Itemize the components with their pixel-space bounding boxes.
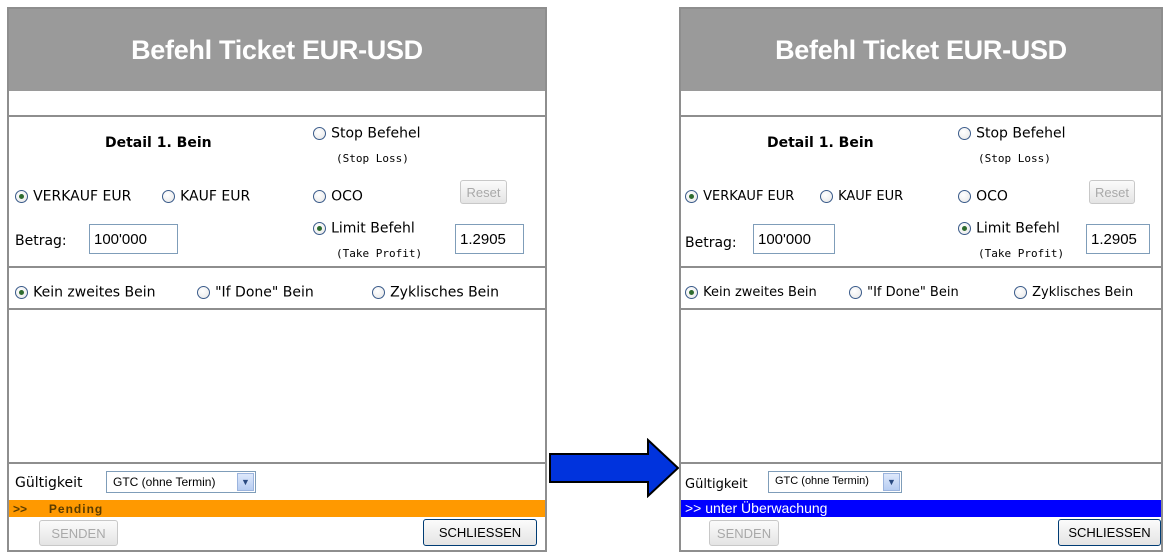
radio-icon <box>197 286 210 299</box>
leg-cyclic-label: Zyklisches Bein <box>1032 285 1134 300</box>
leg-ifdone-radio[interactable]: "If Done" Bein <box>849 282 959 301</box>
leg-none-label: Kein zweites Bein <box>703 285 817 300</box>
sell-eur-label: VERKAUF EUR <box>703 189 795 204</box>
divider <box>9 115 545 117</box>
stop-order-radio[interactable]: Stop Befehel <box>958 123 1066 142</box>
divider <box>681 266 1161 268</box>
divider <box>681 308 1161 310</box>
sell-eur-radio[interactable]: VERKAUF EUR <box>685 186 794 205</box>
leg-cyclic-radio[interactable]: Zyklisches Bein <box>372 282 499 301</box>
buy-eur-radio[interactable]: KAUF EUR <box>162 186 250 205</box>
buy-eur-label: KAUF EUR <box>180 188 251 205</box>
status-text: Pending <box>48 502 104 516</box>
leg-none-radio[interactable]: Kein zweites Bein <box>685 282 817 301</box>
amount-label: Betrag: <box>15 233 67 249</box>
limit-order-label: Limit Befehl <box>331 220 415 237</box>
status-bar: >> Pending <box>9 500 545 517</box>
take-profit-sublabel: (Take Profit) <box>336 247 423 260</box>
validity-label: Gültigkeit <box>15 475 83 491</box>
amount-input[interactable]: 100'000 <box>89 224 178 254</box>
title-bar: Befehl Ticket EUR-USD <box>681 9 1161 91</box>
title-bar: Befehl Ticket EUR-USD <box>9 9 545 91</box>
validity-value: GTC (ohne Termin) <box>775 475 869 487</box>
sell-eur-radio[interactable]: VERKAUF EUR <box>15 186 131 205</box>
send-button[interactable]: SENDEN <box>709 520 779 546</box>
reset-button[interactable]: Reset <box>1089 180 1135 204</box>
limit-price-input[interactable]: 1.2905 <box>1086 224 1150 254</box>
limit-price-input[interactable]: 1.2905 <box>455 224 524 254</box>
limit-order-label: Limit Befehl <box>976 220 1060 237</box>
order-ticket-pending: Befehl Ticket EUR-USD Detail 1. Bein Sto… <box>7 7 547 552</box>
radio-icon <box>958 127 971 140</box>
radio-checked-icon <box>15 286 28 299</box>
reset-button[interactable]: Reset <box>460 180 507 204</box>
radio-checked-icon <box>313 222 326 235</box>
sell-eur-label: VERKAUF EUR <box>33 188 132 205</box>
radio-icon <box>162 190 175 203</box>
divider <box>9 462 545 464</box>
stop-order-label: Stop Befehel <box>331 125 421 142</box>
detail-heading: Detail 1. Bein <box>767 135 874 151</box>
oco-radio[interactable]: OCO <box>313 186 363 205</box>
oco-label: OCO <box>331 188 363 205</box>
buy-eur-label: KAUF EUR <box>838 189 904 204</box>
amount-input[interactable]: 100'000 <box>753 224 835 254</box>
radio-icon <box>372 286 385 299</box>
radio-checked-icon <box>685 286 698 299</box>
radio-icon <box>1014 286 1027 299</box>
stop-loss-sublabel: (Stop Loss) <box>978 152 1051 165</box>
take-profit-sublabel: (Take Profit) <box>978 247 1065 260</box>
leg-ifdone-radio[interactable]: "If Done" Bein <box>197 282 314 301</box>
status-prefix: >> <box>13 502 28 516</box>
divider <box>681 462 1161 464</box>
radio-icon <box>958 190 971 203</box>
chevron-down-icon[interactable]: ▼ <box>883 473 900 491</box>
radio-icon <box>313 190 326 203</box>
leg-ifdone-label: "If Done" Bein <box>215 284 314 301</box>
radio-checked-icon <box>15 190 28 203</box>
leg-cyclic-radio[interactable]: Zyklisches Bein <box>1014 282 1133 301</box>
radio-icon <box>820 190 833 203</box>
status-bar: >> unter Überwachung <box>681 500 1161 517</box>
close-button[interactable]: SCHLIESSEN <box>1058 519 1161 546</box>
send-button[interactable]: SENDEN <box>39 520 118 546</box>
oco-label: OCO <box>976 188 1008 205</box>
validity-select[interactable]: GTC (ohne Termin) ▼ <box>768 471 902 493</box>
arrow-right-icon <box>549 438 680 498</box>
validity-value: GTC (ohne Termin) <box>113 475 216 489</box>
detail-heading: Detail 1. Bein <box>105 135 212 151</box>
divider <box>9 308 545 310</box>
leg-none-label: Kein zweites Bein <box>33 284 156 301</box>
limit-order-radio[interactable]: Limit Befehl <box>958 218 1060 237</box>
order-ticket-monitoring: Befehl Ticket EUR-USD Detail 1. Bein Sto… <box>679 7 1163 552</box>
oco-radio[interactable]: OCO <box>958 186 1008 205</box>
ticket-title: Befehl Ticket EUR-USD <box>775 34 1067 65</box>
stop-loss-sublabel: (Stop Loss) <box>336 152 409 165</box>
divider <box>9 266 545 268</box>
ticket-title: Befehl Ticket EUR-USD <box>131 34 423 65</box>
validity-label: Gültigkeit <box>685 477 748 492</box>
status-text: >> unter Überwachung <box>685 500 828 516</box>
radio-checked-icon <box>685 190 698 203</box>
amount-label: Betrag: <box>685 235 737 251</box>
leg-none-radio[interactable]: Kein zweites Bein <box>15 282 156 301</box>
radio-icon <box>849 286 862 299</box>
limit-order-radio[interactable]: Limit Befehl <box>313 218 415 237</box>
chevron-down-icon[interactable]: ▼ <box>237 473 254 491</box>
leg-cyclic-label: Zyklisches Bein <box>390 284 500 301</box>
radio-checked-icon <box>958 222 971 235</box>
leg-ifdone-label: "If Done" Bein <box>867 285 959 300</box>
close-button[interactable]: SCHLIESSEN <box>423 519 537 546</box>
stop-order-radio[interactable]: Stop Befehel <box>313 123 421 142</box>
buy-eur-radio[interactable]: KAUF EUR <box>820 186 903 205</box>
stop-order-label: Stop Befehel <box>976 125 1066 142</box>
divider <box>681 115 1161 117</box>
radio-icon <box>313 127 326 140</box>
validity-select[interactable]: GTC (ohne Termin) ▼ <box>106 471 256 493</box>
